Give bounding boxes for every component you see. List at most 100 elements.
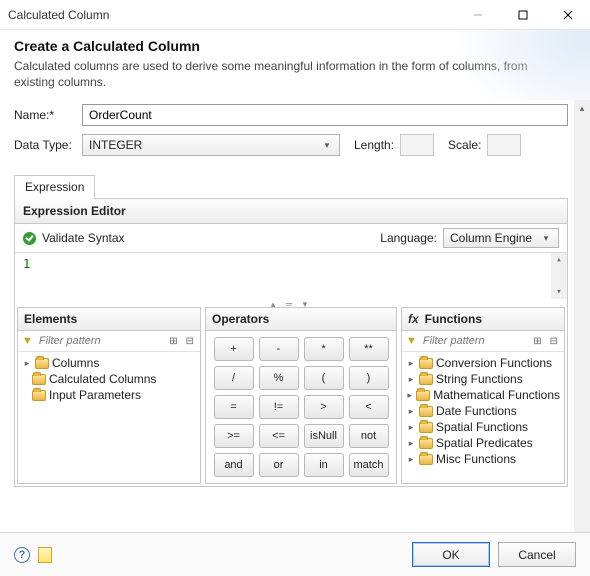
- language-label: Language:: [380, 231, 437, 245]
- expand-all-icon[interactable]: ⊞: [531, 336, 543, 347]
- functions-tree[interactable]: ▸Conversion Functions▸String Functions▸M…: [402, 352, 564, 471]
- content-scrollbar[interactable]: ▴ ▾: [574, 100, 590, 552]
- elements-filter-input[interactable]: [37, 333, 163, 349]
- editor-toolbar: Validate Syntax Language: Column Engine …: [15, 224, 567, 253]
- chevron-down-icon: ▾: [538, 233, 554, 244]
- operator-button[interactable]: or: [259, 453, 299, 477]
- operator-button[interactable]: >: [304, 395, 344, 419]
- help-icon[interactable]: ?: [14, 547, 30, 563]
- elements-title: Elements: [18, 308, 200, 331]
- folder-icon: [419, 358, 433, 369]
- folder-icon: [419, 422, 433, 433]
- chevron-right-icon: ▸: [406, 390, 413, 401]
- folder-icon: [419, 374, 433, 385]
- tree-item-columns[interactable]: ▸ Columns: [22, 355, 196, 371]
- dialog-title: Create a Calculated Column: [14, 38, 576, 54]
- operator-button[interactable]: ): [349, 366, 389, 390]
- scale-label: Scale:: [448, 138, 481, 152]
- operator-button[interactable]: +: [214, 337, 254, 361]
- name-input[interactable]: [82, 104, 568, 126]
- window-title: Calculated Column: [8, 8, 455, 22]
- expression-scrollbar[interactable]: ▴▾: [551, 253, 567, 299]
- tabstrip: Expression: [14, 174, 568, 198]
- operator-button[interactable]: -: [259, 337, 299, 361]
- expression-text: 1: [23, 257, 30, 271]
- folder-icon: [35, 358, 49, 369]
- tree-item[interactable]: ▸Misc Functions: [406, 451, 560, 467]
- tree-item[interactable]: ▸Spatial Predicates: [406, 435, 560, 451]
- tab-expression[interactable]: Expression: [14, 175, 95, 199]
- tree-item-input-parameters[interactable]: Input Parameters: [22, 387, 196, 403]
- filter-icon: ▼: [22, 335, 33, 347]
- folder-icon: [419, 438, 433, 449]
- dialog-description: Calculated columns are used to derive so…: [14, 58, 554, 90]
- ok-button[interactable]: OK: [412, 542, 490, 567]
- name-label: Name:*: [14, 108, 82, 122]
- operator-button[interactable]: *: [304, 337, 344, 361]
- tree-item[interactable]: ▸Spatial Functions: [406, 419, 560, 435]
- operator-button[interactable]: !=: [259, 395, 299, 419]
- chevron-down-icon: ▾: [319, 140, 335, 151]
- fx-icon: fx: [408, 312, 419, 326]
- functions-title: fx Functions: [402, 308, 564, 331]
- operator-button[interactable]: >=: [214, 424, 254, 448]
- close-button[interactable]: [545, 0, 590, 29]
- operator-button[interactable]: not: [349, 424, 389, 448]
- expression-textarea[interactable]: 1 ▴▾: [15, 253, 567, 299]
- check-icon: [23, 232, 36, 245]
- operator-button[interactable]: /: [214, 366, 254, 390]
- operator-button[interactable]: <=: [259, 424, 299, 448]
- folder-icon: [32, 390, 46, 401]
- minimize-button[interactable]: [455, 0, 500, 29]
- folder-icon: [419, 454, 433, 465]
- tree-item[interactable]: ▸Conversion Functions: [406, 355, 560, 371]
- chevron-right-icon: ▸: [22, 358, 32, 369]
- operator-button[interactable]: <: [349, 395, 389, 419]
- datatype-combo[interactable]: INTEGER ▾: [82, 134, 340, 156]
- tree-item[interactable]: ▸String Functions: [406, 371, 560, 387]
- operator-button[interactable]: %: [259, 366, 299, 390]
- bottom-panes: Elements ▼ ⊞ ⊟ ▸ Columns Calculated C: [15, 307, 567, 486]
- language-combo[interactable]: Column Engine ▾: [443, 228, 559, 248]
- length-label: Length:: [354, 138, 394, 152]
- operator-button[interactable]: match: [349, 453, 389, 477]
- operator-button[interactable]: (: [304, 366, 344, 390]
- operator-button[interactable]: and: [214, 453, 254, 477]
- dialog-button-bar: ? OK Cancel: [0, 532, 590, 576]
- elements-pane: Elements ▼ ⊞ ⊟ ▸ Columns Calculated C: [17, 307, 201, 484]
- elements-tree[interactable]: ▸ Columns Calculated Columns Input Param…: [18, 352, 200, 407]
- dialog-content: ▴ ▾ Name:* Data Type: INTEGER ▾ Length: …: [0, 100, 590, 552]
- expand-all-icon[interactable]: ⊞: [167, 336, 179, 347]
- operator-button[interactable]: in: [304, 453, 344, 477]
- cancel-button[interactable]: Cancel: [498, 542, 576, 567]
- tree-item[interactable]: ▸Mathematical Functions: [406, 387, 560, 403]
- collapse-all-icon[interactable]: ⊟: [184, 336, 196, 347]
- elements-toolbar: ▼ ⊞ ⊟: [18, 331, 200, 352]
- chevron-right-icon: ▸: [406, 406, 416, 417]
- tree-item-calculated-columns[interactable]: Calculated Columns: [22, 371, 196, 387]
- operator-button[interactable]: isNull: [304, 424, 344, 448]
- folder-icon: [32, 374, 46, 385]
- functions-filter-input[interactable]: [421, 333, 527, 349]
- datatype-label: Data Type:: [14, 138, 82, 152]
- length-input[interactable]: [400, 134, 434, 156]
- operator-button[interactable]: =: [214, 395, 254, 419]
- maximize-button[interactable]: [500, 0, 545, 29]
- operators-pane: Operators +-***/%()=!=><>=<=isNullnotand…: [205, 307, 397, 484]
- filter-icon: ▼: [406, 335, 417, 347]
- language-value: Column Engine: [450, 231, 532, 245]
- operators-grid: +-***/%()=!=><>=<=isNullnotandorinmatch: [206, 331, 396, 483]
- chevron-right-icon: ▸: [406, 438, 416, 449]
- horizontal-splitter[interactable]: ▴ ═ ▾: [15, 299, 567, 307]
- validate-syntax-link[interactable]: Validate Syntax: [42, 231, 125, 245]
- functions-pane: fx Functions ▼ ⊞ ⊟ ▸Conversion Functions…: [401, 307, 565, 484]
- scale-input[interactable]: [487, 134, 521, 156]
- collapse-all-icon[interactable]: ⊟: [548, 336, 560, 347]
- name-row: Name:*: [14, 104, 568, 126]
- tree-item[interactable]: ▸Date Functions: [406, 403, 560, 419]
- note-icon[interactable]: [38, 547, 52, 563]
- operator-button[interactable]: **: [349, 337, 389, 361]
- chevron-right-icon: ▸: [406, 454, 416, 465]
- chevron-right-icon: ▸: [406, 374, 416, 385]
- window-titlebar: Calculated Column: [0, 0, 590, 30]
